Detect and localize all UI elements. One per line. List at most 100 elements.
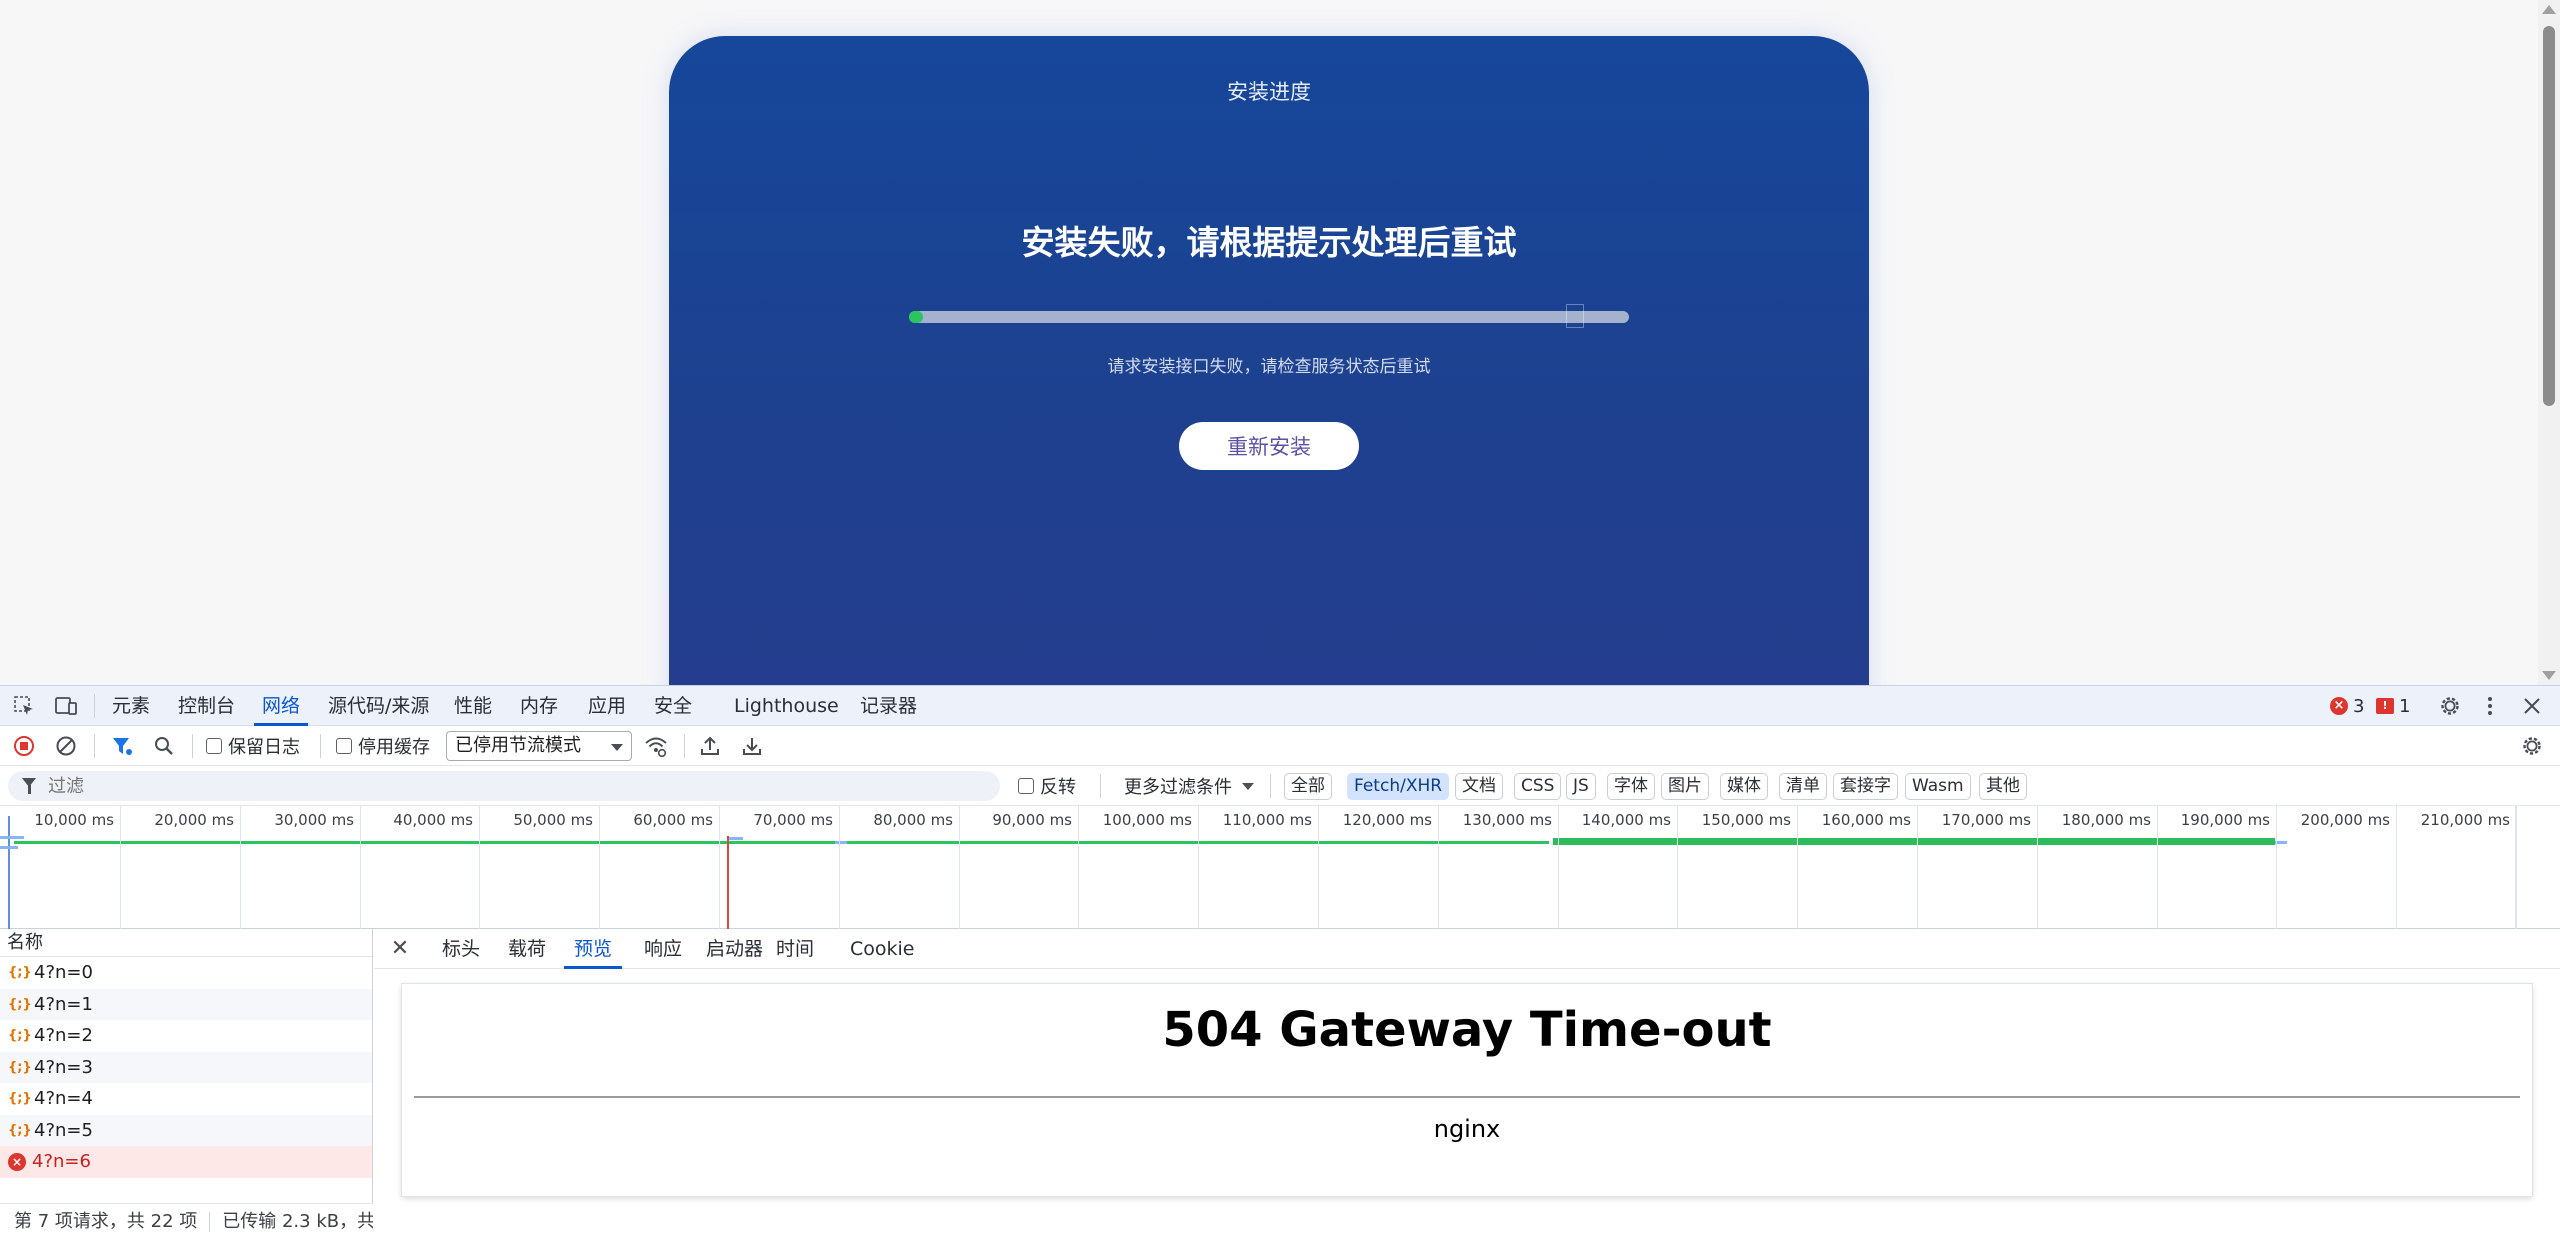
- overview-gridline: [240, 806, 241, 929]
- xhr-icon: {;}: [8, 965, 32, 981]
- overview-gridline: [1558, 806, 1559, 929]
- inspect-element-icon[interactable]: [10, 692, 38, 720]
- overview-tick-label: 180,000 ms: [2061, 811, 2151, 829]
- resource-type-chip[interactable]: 图片: [1661, 773, 1709, 800]
- disable-cache-box[interactable]: [336, 738, 352, 754]
- search-icon[interactable]: [150, 732, 178, 760]
- overview-tick-label: 120,000 ms: [1342, 811, 1432, 829]
- chevron-down-icon: [1242, 782, 1254, 790]
- issues-badge[interactable]: ! 1: [2376, 694, 2410, 718]
- detail-tab[interactable]: 载荷: [498, 929, 556, 969]
- request-detail-pane: ✕ 标头 载荷 预览 响应 启动器 时间 Cookie 504 Gateway Time-o…: [374, 929, 2560, 1238]
- request-row[interactable]: {;} 4?n=2: [0, 1020, 372, 1052]
- devtools-tab[interactable]: 网络: [254, 686, 309, 726]
- request-row[interactable]: {;} 4?n=4: [0, 1083, 372, 1115]
- more-filters-dropdown[interactable]: 更多过滤条件: [1124, 774, 1254, 798]
- scroll-up-icon[interactable]: [2542, 5, 2556, 14]
- resource-type-chip[interactable]: 字体: [1607, 773, 1655, 800]
- overview-gridline: [2396, 806, 2397, 929]
- preserve-log-checkbox[interactable]: 保留日志: [206, 734, 300, 758]
- export-har-icon[interactable]: [738, 732, 766, 760]
- clear-icon[interactable]: [52, 732, 80, 760]
- detail-tab[interactable]: Cookie: [840, 929, 925, 969]
- overview-tick-label: 200,000 ms: [2300, 811, 2390, 829]
- overview-tick-label: 30,000 ms: [274, 811, 354, 829]
- request-error-icon: ×: [8, 1152, 26, 1171]
- page-scrollbar[interactable]: [2538, 0, 2560, 685]
- devtools-tabbar: 元素 控制台 网络 源代码/来源 性能 内存 应用 安全 Lighthouse 记录器 × 3 !…: [0, 686, 2560, 726]
- resource-type-chip[interactable]: 全部: [1284, 773, 1332, 800]
- request-row[interactable]: {;} 4?n=3: [0, 1051, 372, 1083]
- name-column-header[interactable]: 名称: [0, 929, 372, 957]
- scroll-thumb[interactable]: [2543, 26, 2555, 406]
- devtools-tab[interactable]: 性能: [446, 686, 500, 726]
- failure-headline: 安装失败，请根据提示处理后重试: [1021, 223, 1517, 262]
- page-viewport: 安装进度 安装失败，请根据提示处理后重试 请求安装接口失败，请检查服务状态后重试…: [0, 0, 2560, 685]
- overview-tick-label: 40,000 ms: [393, 811, 473, 829]
- resource-type-chip[interactable]: Fetch/XHR: [1347, 773, 1450, 800]
- import-har-icon[interactable]: [696, 732, 724, 760]
- settings-gear-icon[interactable]: [2436, 692, 2464, 720]
- scroll-down-icon[interactable]: [2542, 671, 2556, 680]
- resource-type-chip[interactable]: Wasm: [1905, 773, 1971, 800]
- filter-toggle-icon[interactable]: [108, 732, 136, 760]
- network-settings-gear-icon[interactable]: [2518, 732, 2546, 760]
- resource-type-chip[interactable]: 套接字: [1833, 773, 1898, 800]
- devtools-tab[interactable]: 安全: [646, 686, 700, 726]
- resource-type-chip[interactable]: 文档: [1455, 773, 1503, 800]
- throttling-select[interactable]: 已停用节流模式: [446, 731, 632, 761]
- devtools-tab[interactable]: 元素: [104, 686, 158, 726]
- overview-tick-label: 90,000 ms: [992, 811, 1072, 829]
- filter-input[interactable]: [8, 771, 1000, 801]
- request-name: 4?n=4: [34, 1088, 93, 1110]
- disable-cache-checkbox[interactable]: 停用缓存: [336, 734, 430, 758]
- device-toolbar-icon[interactable]: [52, 692, 80, 720]
- xhr-icon: {;}: [8, 1122, 32, 1138]
- more-filters-label: 更多过滤条件: [1124, 777, 1232, 798]
- console-error-badge[interactable]: × 3: [2330, 694, 2364, 718]
- overview-tick-label: 150,000 ms: [1701, 811, 1791, 829]
- invert-box[interactable]: [1018, 778, 1034, 794]
- invert-checkbox[interactable]: 反转: [1018, 774, 1076, 798]
- devtools-tab[interactable]: 源代码/来源: [320, 686, 437, 726]
- request-name: 4?n=1: [34, 993, 93, 1015]
- overview-gridline: [2037, 806, 2038, 929]
- resource-type-chip[interactable]: 其他: [1979, 773, 2027, 800]
- request-row[interactable]: {;} 4?n=0: [0, 957, 372, 989]
- resource-type-chip[interactable]: 清单: [1779, 773, 1827, 800]
- detail-tab[interactable]: 启动器: [696, 929, 773, 969]
- resource-type-chip[interactable]: CSS: [1514, 773, 1562, 800]
- overview-load-marker: [727, 836, 729, 929]
- overview-gridline: [1318, 806, 1319, 929]
- detail-tab[interactable]: 预览: [564, 929, 623, 969]
- devtools-tab[interactable]: 内存: [512, 686, 566, 726]
- detail-tab[interactable]: 标头: [432, 929, 490, 969]
- retry-install-button[interactable]: 重新安装: [1179, 422, 1359, 470]
- issue-flag-icon: !: [2376, 698, 2394, 714]
- overview-gridline: [1917, 806, 1918, 929]
- request-row[interactable]: {;} 4?n=5: [0, 1114, 372, 1146]
- close-devtools-icon[interactable]: [2518, 692, 2546, 720]
- resource-type-chip[interactable]: 媒体: [1720, 773, 1768, 800]
- resource-type-chip[interactable]: JS: [1566, 773, 1596, 800]
- devtools-panel: 元素 控制台 网络 源代码/来源 性能 内存 应用 安全 Lighthouse 记录器 × 3 !…: [0, 685, 2560, 1238]
- devtools-tab[interactable]: 记录器: [852, 686, 925, 726]
- more-options-icon[interactable]: [2476, 692, 2504, 720]
- preserve-log-box[interactable]: [206, 738, 222, 754]
- request-row[interactable]: {;} 4?n=1: [0, 988, 372, 1020]
- devtools-tab[interactable]: 控制台: [170, 686, 243, 726]
- request-count-summary: 第 7 项请求，共 22 项: [14, 1211, 198, 1232]
- network-overview-timeline[interactable]: 10,000 ms 20,000 ms 30,000 ms 40,000 ms 50,0…: [0, 806, 2560, 929]
- failure-message: 请求安装接口失败，请检查服务状态后重试: [1107, 357, 1431, 377]
- request-row[interactable]: × 4?n=6: [0, 1146, 372, 1178]
- detail-tab[interactable]: 时间: [766, 929, 824, 969]
- network-conditions-icon[interactable]: [642, 732, 670, 760]
- detail-tab[interactable]: 响应: [634, 929, 692, 969]
- devtools-tab[interactable]: 应用: [580, 686, 634, 726]
- request-name: 4?n=5: [34, 1119, 93, 1141]
- overview-gridline: [719, 806, 720, 929]
- preview-server-name: nginx: [1433, 1115, 1501, 1143]
- close-detail-icon[interactable]: ✕: [386, 935, 414, 963]
- record-stop-icon[interactable]: [10, 732, 38, 760]
- devtools-tab[interactable]: Lighthouse: [726, 686, 847, 726]
